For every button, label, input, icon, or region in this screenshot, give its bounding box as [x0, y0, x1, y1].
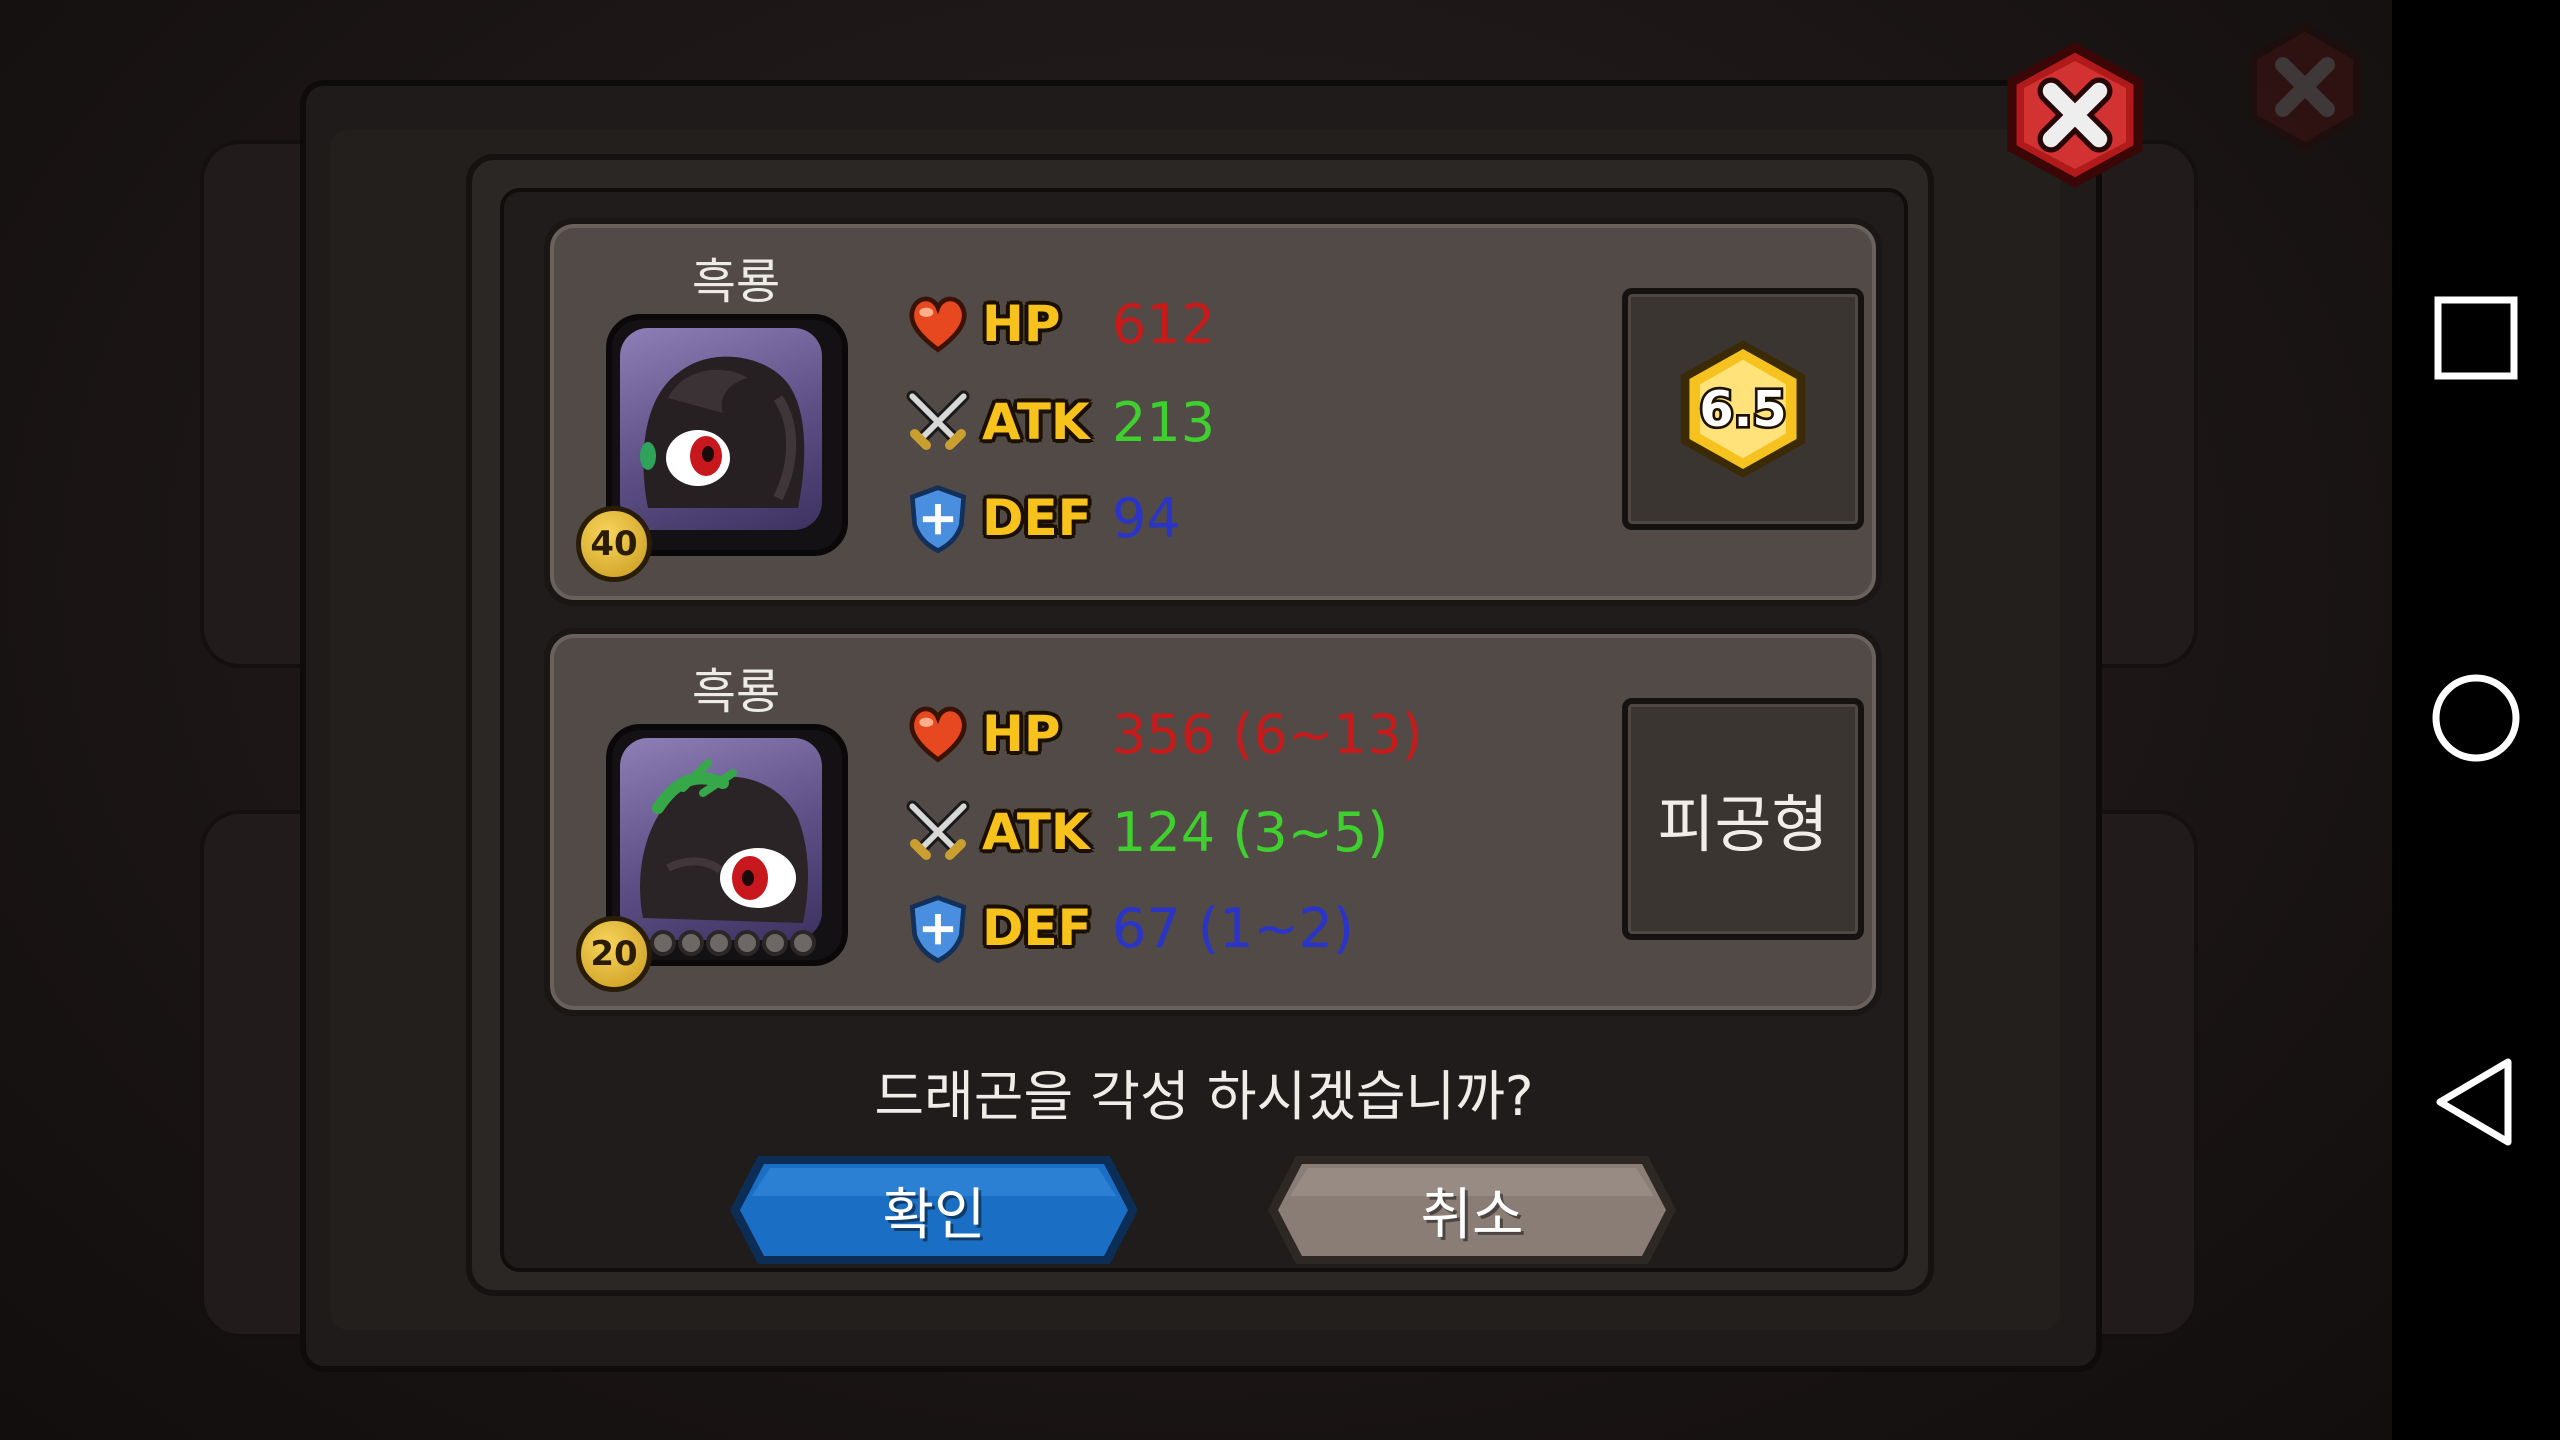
attack-type-label: 피공형 [1657, 788, 1829, 861]
def-stat-row: DEF 94 [900, 478, 1181, 558]
star-slot [790, 930, 816, 956]
dragon-card-current: 흑룡 40 HP 612 ATK 213 DEF 94 6.5 [544, 218, 1882, 606]
star-slot [762, 930, 788, 956]
atk-label: ATK [982, 803, 1090, 861]
hp-value: 612 [1112, 292, 1216, 356]
dragon-card-awakened: 흑룡 20 HP 356 (6~13) ATK 124 (3~5) DEF 67… [544, 628, 1882, 1016]
level-badge: 20 [576, 916, 652, 992]
hp-stat-row: HP 612 [900, 284, 1215, 364]
dragon-name: 흑룡 [691, 254, 781, 310]
star-slot [734, 930, 760, 956]
background-close-icon [2249, 22, 2361, 152]
level-badge: 40 [576, 506, 652, 582]
hp-value: 356 (6~13) [1112, 702, 1423, 766]
black-dragon-awakened-icon [640, 759, 808, 923]
back-button[interactable] [2426, 1052, 2526, 1152]
grade-badge-icon: 6.5 [1680, 340, 1806, 478]
crossed-swords-icon [900, 384, 976, 460]
confirm-button-label: 확인 [882, 1182, 986, 1248]
dragon-name: 흑룡 [691, 664, 781, 720]
atk-stat-row: ATK 213 [900, 382, 1215, 462]
black-dragon-icon [640, 356, 805, 508]
cancel-button[interactable]: 취소 [1262, 1150, 1682, 1270]
grade-box: 6.5 [1622, 288, 1864, 530]
awaken-confirm-question: 드래곤을 각성 하시겠습니까? [874, 1065, 1534, 1128]
confirm-button[interactable]: 확인 [724, 1150, 1144, 1270]
def-value: 67 (1~2) [1112, 896, 1354, 960]
atk-value: 213 [1112, 390, 1216, 454]
atk-value: 124 (3~5) [1112, 800, 1389, 864]
shield-icon [900, 890, 976, 966]
star-slot [678, 930, 704, 956]
star-slot [650, 930, 676, 956]
cancel-button-label: 취소 [1420, 1182, 1524, 1248]
star-slots [650, 930, 816, 956]
close-icon[interactable] [2000, 40, 2150, 190]
hp-label: HP [982, 705, 1061, 763]
recent-apps-button[interactable] [2426, 288, 2526, 388]
awaken-dialog-body: 흑룡 40 HP 612 ATK 213 DEF 94 6.5 흑룡 20 HP… [500, 188, 1908, 1272]
def-value: 94 [1112, 486, 1181, 550]
atk-stat-row: ATK 124 (3~5) [900, 792, 1388, 872]
hp-stat-row: HP 356 (6~13) [900, 694, 1423, 774]
awaken-dialog: 흑룡 40 HP 612 ATK 213 DEF 94 6.5 흑룡 20 HP… [466, 154, 1934, 1296]
triangle-back-icon [2436, 1058, 2512, 1146]
atk-label: ATK [982, 393, 1090, 451]
def-stat-row: DEF 67 (1~2) [900, 888, 1354, 968]
square-icon [2434, 296, 2518, 380]
circle-icon [2432, 674, 2520, 762]
crossed-swords-icon [900, 794, 976, 870]
star-slot [706, 930, 732, 956]
heart-icon [900, 696, 976, 772]
attack-type-box: 피공형 [1622, 698, 1864, 940]
grade-text: 6.5 [1699, 380, 1786, 438]
def-label: DEF [982, 899, 1092, 957]
home-button[interactable] [2426, 668, 2526, 768]
shield-icon [900, 480, 976, 556]
hp-label: HP [982, 295, 1061, 353]
def-label: DEF [982, 489, 1092, 547]
heart-icon [900, 286, 976, 362]
android-nav-bar [2392, 0, 2560, 1440]
